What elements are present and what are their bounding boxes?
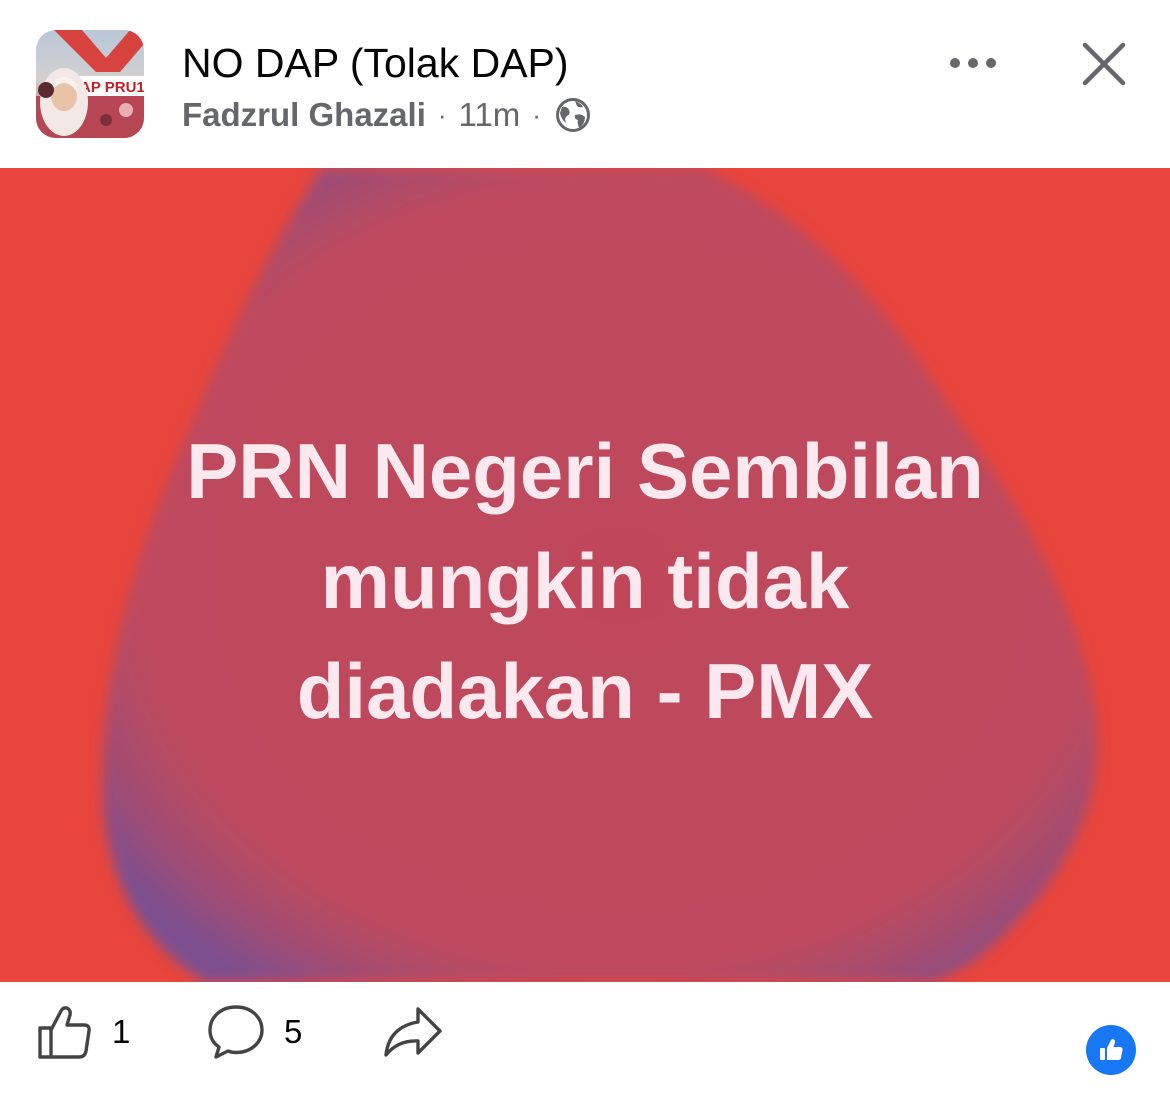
meta-separator: · <box>437 99 447 130</box>
close-button[interactable] <box>1072 32 1136 96</box>
globe-icon <box>555 97 591 133</box>
post-text-background: PRN Negeri Sembilan mungkin tidak diadak… <box>0 168 1170 982</box>
post-line-3: diadakan - PMX <box>296 647 874 735</box>
post-line-2: mungkin tidak <box>320 537 850 625</box>
meta-separator: · <box>532 99 541 130</box>
share-button[interactable] <box>382 1000 444 1064</box>
comment-bubble-icon <box>208 1005 264 1059</box>
post-meta: Fadzrul Ghazali · 11m · <box>182 92 591 138</box>
like-reaction-badge-icon[interactable] <box>1086 1025 1136 1075</box>
comment-button[interactable]: 5 <box>206 1000 302 1064</box>
post-header: AP PRU16 NO DAP (Tolak DAP) Fadzrul Ghaz… <box>0 0 1170 168</box>
thumbs-up-icon <box>1100 1039 1123 1060</box>
group-avatar[interactable]: AP PRU16 <box>36 30 144 138</box>
group-name[interactable]: NO DAP (Tolak DAP) <box>182 38 569 88</box>
post-line-1: PRN Negeri Sembilan <box>186 427 984 515</box>
comment-count[interactable]: 5 <box>284 1013 302 1051</box>
post-time[interactable]: 11m <box>459 96 521 134</box>
share-arrow-icon <box>384 1007 442 1057</box>
close-icon <box>1082 42 1126 86</box>
more-options-button[interactable] <box>938 38 1008 88</box>
author-name[interactable]: Fadzrul Ghazali <box>182 96 426 134</box>
like-count[interactable]: 1 <box>112 1013 130 1051</box>
avatar-caption: AP PRU16 <box>80 79 144 96</box>
like-button[interactable]: 1 <box>36 1000 130 1064</box>
more-horizontal-icon <box>950 58 996 68</box>
post-message: PRN Negeri Sembilan mungkin tidak diadak… <box>60 416 1110 746</box>
post-actions-bar: 1 5 <box>0 982 1170 1095</box>
thumbs-up-icon <box>38 1006 91 1059</box>
